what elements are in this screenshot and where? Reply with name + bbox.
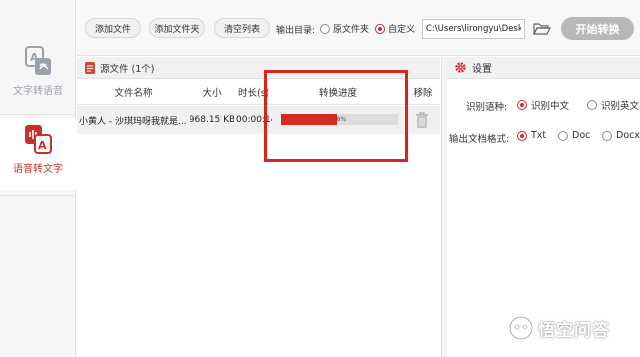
output-original-folder-radio[interactable]: 原文件夹 bbox=[320, 22, 369, 35]
source-panel-title: 源文件 (1个) bbox=[100, 63, 155, 75]
sidebar-item-text-to-speech[interactable]: A 文字转语音 bbox=[0, 40, 76, 112]
radio-label: 原文件夹 bbox=[333, 25, 370, 35]
format-txt-radio[interactable]: Txt bbox=[517, 130, 546, 141]
text-to-speech-icon: A bbox=[25, 46, 51, 75]
start-convert-button[interactable]: 开始转换 bbox=[561, 17, 634, 40]
add-file-button[interactable]: 添加文件 bbox=[85, 18, 141, 38]
radio-label: Doc bbox=[572, 130, 591, 141]
output-path-input[interactable] bbox=[422, 19, 525, 39]
svg-text:A: A bbox=[38, 139, 47, 152]
file-name-cell: 小黄人 - 沙琪玛呀我就是... bbox=[79, 116, 187, 127]
panel-divider bbox=[441, 57, 447, 357]
language-english-radio[interactable]: 识别英文 bbox=[587, 98, 639, 112]
watermark: 悟空问答 bbox=[508, 312, 636, 344]
output-custom-radio[interactable]: 自定义 bbox=[375, 22, 415, 35]
sidebar-item-label: 语音转文字 bbox=[13, 164, 63, 175]
clear-list-button[interactable]: 清空列表 bbox=[214, 18, 270, 38]
settings-panel-header: 设置 bbox=[447, 57, 640, 79]
radio-indicator bbox=[558, 130, 568, 141]
add-folder-button[interactable]: 添加文件夹 bbox=[149, 18, 205, 38]
file-size-cell: 968.15 KB bbox=[190, 115, 234, 125]
sidebar-item-label: 文字转语音 bbox=[13, 86, 63, 97]
radio-indicator bbox=[517, 100, 527, 110]
output-format-label: 输出文档格式: bbox=[449, 134, 510, 145]
browse-folder-button[interactable] bbox=[531, 19, 553, 39]
gear-icon bbox=[455, 62, 466, 73]
column-header-size: 大小 bbox=[202, 88, 222, 99]
progress-highlight-box bbox=[264, 70, 408, 162]
column-header-duration: 时长(s) bbox=[238, 88, 268, 99]
trash-icon[interactable] bbox=[414, 111, 430, 129]
radio-label: Docx bbox=[616, 130, 640, 141]
format-docx-radio[interactable]: Docx bbox=[602, 130, 640, 141]
language-label: 识别语种: bbox=[466, 102, 508, 113]
radio-indicator bbox=[602, 130, 612, 141]
radio-label: 自定义 bbox=[388, 25, 416, 35]
radio-indicator bbox=[517, 130, 527, 141]
file-icon bbox=[85, 61, 95, 74]
speech-to-text-icon: A bbox=[25, 125, 52, 154]
format-doc-radio[interactable]: Doc bbox=[558, 130, 590, 141]
sidebar-item-speech-to-text[interactable]: A 语音转文字 bbox=[0, 114, 76, 196]
radio-label: 识别英文 bbox=[601, 101, 640, 112]
toolbar: 添加文件 添加文件夹 清空列表 输出目录: 原文件夹 自定义 开始转换 bbox=[77, 0, 640, 56]
radio-label: Txt bbox=[531, 130, 547, 141]
wukong-logo-icon bbox=[508, 315, 534, 341]
radio-indicator bbox=[587, 100, 597, 110]
column-header-remove: 移除 bbox=[413, 88, 433, 99]
radio-label: 识别中文 bbox=[531, 101, 570, 112]
sidebar: A 文字转语音 A 语音转文字 bbox=[0, 0, 76, 357]
radio-indicator bbox=[375, 23, 385, 34]
watermark-text: 悟空问答 bbox=[538, 320, 610, 341]
radio-indicator bbox=[320, 23, 330, 34]
column-header-name: 文件名称 bbox=[114, 88, 153, 99]
language-chinese-radio[interactable]: 识别中文 bbox=[517, 98, 569, 112]
output-dir-label: 输出目录: bbox=[276, 26, 316, 36]
settings-panel-title: 设置 bbox=[472, 64, 492, 75]
folder-open-icon bbox=[533, 23, 551, 35]
